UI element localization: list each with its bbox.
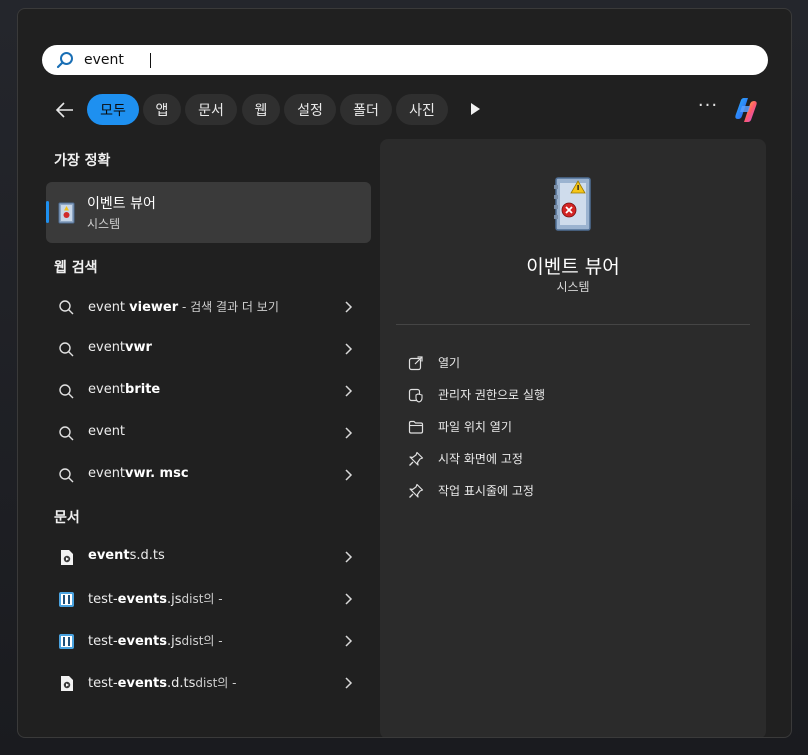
action-label: 관리자 권한으로 실행 xyxy=(438,388,545,402)
document-result-item[interactable]: test-events.jsdist의 - xyxy=(46,621,371,661)
js-file-icon xyxy=(59,592,74,607)
text-caret xyxy=(150,53,151,68)
preview-title: 이벤트 뷰어 xyxy=(526,256,620,278)
web-result-item[interactable]: eventvwr xyxy=(46,329,371,369)
selection-indicator xyxy=(46,201,49,223)
js-file-icon xyxy=(59,634,74,649)
document-result-text: events.d.ts xyxy=(88,548,165,563)
preview-subtitle: 시스템 xyxy=(556,280,590,294)
chevron-right-icon xyxy=(345,469,353,481)
search-icon xyxy=(59,426,74,441)
web-result-item[interactable]: eventvwr. msc xyxy=(46,455,371,495)
search-icon xyxy=(59,300,74,315)
chevron-right-icon xyxy=(345,301,353,313)
filter-apps[interactable]: 앱 xyxy=(143,94,181,125)
event-viewer-icon xyxy=(58,202,75,224)
search-icon xyxy=(56,52,73,69)
document-result-text: test-events.jsdist의 - xyxy=(88,592,223,607)
document-result-text: test-events.jsdist의 - xyxy=(88,634,223,649)
action-pin-to-start[interactable]: 시작 화면에 고정 xyxy=(406,446,746,472)
arrow-left-icon xyxy=(55,102,73,118)
chevron-right-icon xyxy=(345,593,353,605)
filter-documents[interactable]: 문서 xyxy=(185,94,237,125)
ts-file-icon xyxy=(61,550,73,565)
action-label: 열기 xyxy=(438,356,461,370)
filter-photos[interactable]: 사진 xyxy=(396,94,448,125)
web-result-item[interactable]: eventbrite xyxy=(46,371,371,411)
action-label: 작업 표시줄에 고정 xyxy=(438,484,534,498)
best-match-item[interactable]: 이벤트 뷰어 시스템 xyxy=(46,182,371,243)
action-run-as-admin[interactable]: 관리자 권한으로 실행 xyxy=(406,382,746,408)
play-more-filters-icon[interactable] xyxy=(467,101,483,117)
filter-folders[interactable]: 폴더 xyxy=(340,94,392,125)
web-result-item[interactable]: event xyxy=(46,413,371,453)
ts-file-icon xyxy=(61,676,73,691)
web-result-text: event xyxy=(88,424,126,439)
open-icon xyxy=(408,356,423,371)
action-open-file-location[interactable]: 파일 위치 열기 xyxy=(406,414,746,440)
action-label: 시작 화면에 고정 xyxy=(438,452,523,466)
best-match-name: 이벤트 뷰어 xyxy=(87,196,156,212)
start-search-panel: 모두 앱 문서 웹 설정 폴더 사진 ··· 가장 정확 이벤트 뷰어 시 xyxy=(17,8,792,738)
chevron-right-icon xyxy=(345,427,353,439)
document-result-item[interactable]: test-events.jsdist의 - xyxy=(46,579,371,619)
back-button[interactable] xyxy=(52,97,78,123)
search-icon xyxy=(59,384,74,399)
copilot-icon[interactable] xyxy=(730,94,762,126)
pin-icon xyxy=(409,451,424,466)
admin-shield-icon xyxy=(408,388,423,403)
filter-settings[interactable]: 설정 xyxy=(284,94,336,125)
chevron-right-icon xyxy=(345,385,353,397)
action-label: 파일 위치 열기 xyxy=(438,420,512,434)
web-result-text: eventvwr xyxy=(88,340,152,355)
chevron-right-icon xyxy=(345,551,353,563)
document-result-item[interactable]: events.d.ts xyxy=(46,537,371,577)
filter-web[interactable]: 웹 xyxy=(242,94,280,125)
section-title-documents: 문서 xyxy=(54,510,80,526)
search-box[interactable] xyxy=(42,45,768,75)
chevron-right-icon xyxy=(345,343,353,355)
search-icon xyxy=(59,468,74,483)
filter-all[interactable]: 모두 xyxy=(87,94,139,125)
web-result-text: eventbrite xyxy=(88,382,161,397)
divider xyxy=(396,324,750,325)
folder-icon xyxy=(408,420,424,434)
chevron-right-icon xyxy=(345,635,353,647)
more-options-button[interactable]: ··· xyxy=(696,97,720,121)
section-title-web-search: 웹 검색 xyxy=(54,260,98,276)
web-result-text: event viewer - 검색 결과 더 보기 xyxy=(88,300,279,315)
preview-pane: 이벤트 뷰어 시스템 열기 관리자 권한으로 실행 파일 위치 열기 시작 화면… xyxy=(380,139,766,737)
web-result-item[interactable]: event viewer - 검색 결과 더 보기 xyxy=(46,287,371,327)
search-input[interactable] xyxy=(84,49,724,71)
action-pin-to-taskbar[interactable]: 작업 표시줄에 고정 xyxy=(406,478,746,504)
best-match-subtitle: 시스템 xyxy=(87,217,121,231)
chevron-right-icon xyxy=(345,677,353,689)
event-viewer-icon xyxy=(554,177,591,231)
document-result-text: test-events.d.tsdist의 - xyxy=(88,676,237,691)
pin-icon xyxy=(409,483,424,498)
web-result-text: eventvwr. msc xyxy=(88,466,189,481)
action-open[interactable]: 열기 xyxy=(406,350,746,376)
search-icon xyxy=(59,342,74,357)
section-title-best-match: 가장 정확 xyxy=(54,153,111,169)
document-result-item[interactable]: test-events.d.tsdist의 - xyxy=(46,663,371,703)
